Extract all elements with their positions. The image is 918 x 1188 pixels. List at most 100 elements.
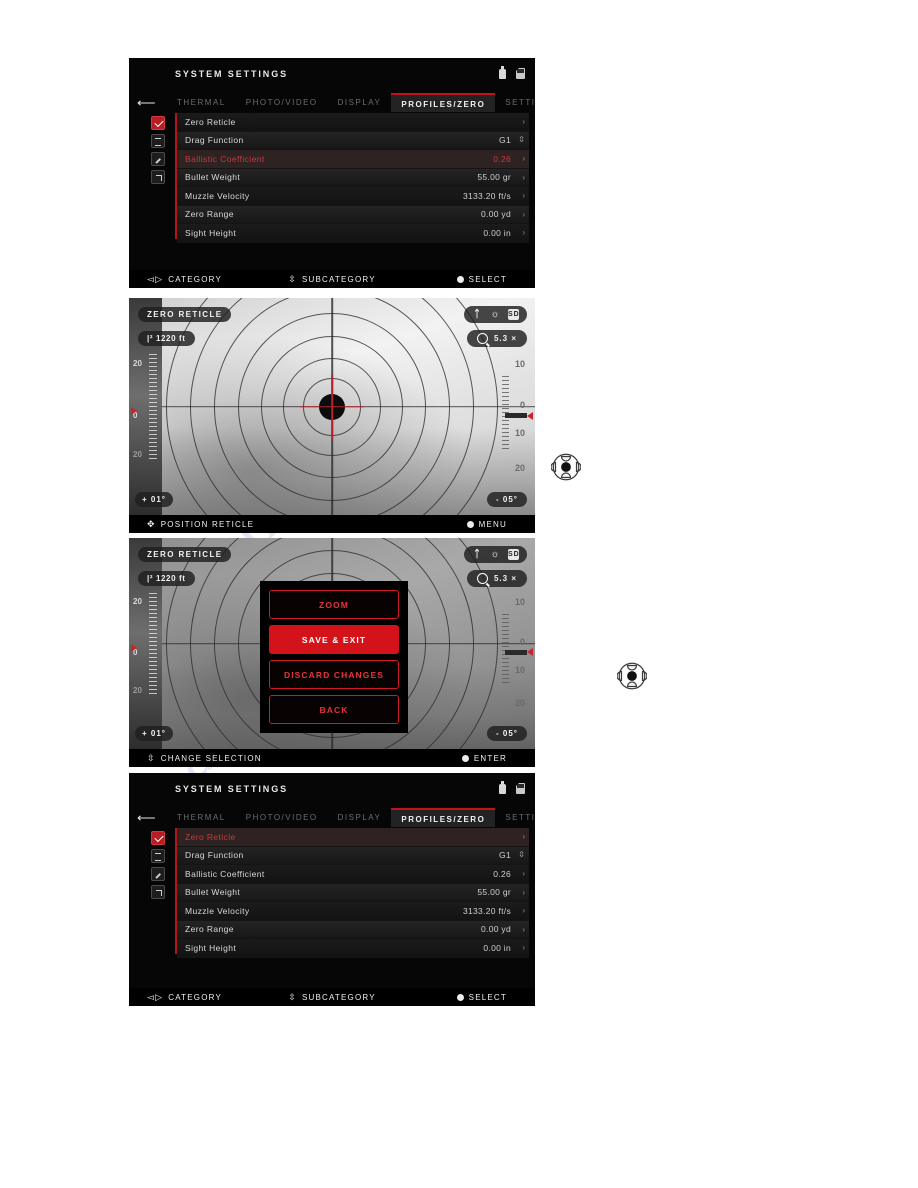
circle-button-icon [456,275,464,283]
distance-value: 1220 ft [155,334,186,343]
table-row[interactable]: Zero Range 0.00 yd › [177,205,529,224]
status-label: ENTER [473,753,507,763]
chevron-right-icon: › [522,172,525,182]
row-label: Bullet Weight [185,172,241,183]
status-label: SUBCATEGORY [301,992,376,1002]
thermal-viewport[interactable]: 20 0 20 10 0 10 20 ZERO RETICLE |² 1220 … [129,538,535,749]
panel-reticle-view: 20 0 20 10 0 10 20 ZERO RETICLE |² 1220 … [129,298,535,533]
tab-settings[interactable]: SETTINGS [495,808,535,827]
chevron-right-icon: › [522,832,525,842]
row-value: 0.26 [493,868,511,879]
zoom-badge[interactable]: 5.3 × [466,570,527,587]
table-row[interactable]: Muzzle Velocity 3133.20 ft/s › [177,902,529,921]
status-bar: ◅▷ CATEGORY ⇳ SUBCATEGORY SELECT [129,988,535,1006]
row-value: G1 [499,135,511,146]
table-row[interactable]: Zero Range 0.00 yd › [177,920,529,939]
left-tick-ladder [149,354,157,459]
table-row-selected[interactable]: Ballistic Coefficient 0.26 › [177,150,529,169]
tab-photo-video[interactable]: PHOTO/VIDEO [236,808,328,827]
row-label: Zero Reticle [185,116,236,127]
table-row[interactable]: Sight Height 0.00 in › [177,939,529,958]
save-and-exit-button[interactable]: SAVE & EXIT [269,625,399,654]
status-label: SUBCATEGORY [301,274,376,284]
connectivity-badge: ᛏ ☼ SD [464,546,527,563]
laser-icon: |² [147,334,154,343]
status-label: CATEGORY [168,274,223,284]
tab-profiles-zero[interactable]: PROFILES/ZERO [391,808,496,827]
table-row[interactable]: Drag Function G1 ⇳ [177,131,529,150]
tab-display[interactable]: DISPLAY [328,93,392,112]
chevron-right-icon: › [522,924,525,934]
elevation-badge: - 05° [487,492,527,507]
row-value: 0.00 in [483,227,511,238]
status-category: ◅▷ CATEGORY [147,274,222,285]
table-row[interactable]: Bullet Weight 55.00 gr › [177,168,529,187]
left-tick-ladder [149,592,157,695]
tab-display[interactable]: DISPLAY [328,808,392,827]
list-icon [151,134,165,148]
left-scale-value-top: 20 [133,597,142,607]
reticle-action-menu: ZOOM SAVE & EXIT DISCARD CHANGES BACK [260,581,408,733]
view-mode-badge: ZERO RETICLE [138,547,232,562]
table-row[interactable]: Muzzle Velocity 3133.20 ft/s › [177,187,529,206]
status-select: SELECT [456,275,507,284]
table-row-selected[interactable]: Zero Reticle › [177,828,529,847]
sd-card-icon [516,783,525,794]
distance-badge: |² 1220 ft [138,331,195,346]
inclination-badge: + 01° [135,492,173,507]
sd-card-icon: SD [508,549,520,560]
panel-settings-after: SYSTEM SETTINGS ⟵ THERMAL PHOTO/VIDEO DI… [129,773,535,1006]
distance-value: 1220 ft [155,574,186,583]
wifi-off-icon: ☼ [490,309,501,320]
circle-button-icon [456,993,464,1001]
tab-thermal[interactable]: THERMAL [167,808,236,827]
settings-row-list: Zero Reticle › Drag Function G1 ⇳ Ballis… [177,828,529,958]
table-row[interactable]: Bullet Weight 55.00 gr › [177,883,529,902]
status-bar: ✥ POSITION RETICLE MENU [129,515,535,533]
table-row[interactable]: Ballistic Coefficient 0.26 › [177,865,529,884]
tab-photo-video[interactable]: PHOTO/VIDEO [236,93,328,112]
bluetooth-icon: ᛏ [474,549,481,560]
chevron-right-icon: › [522,191,525,201]
left-scale-marker [131,406,137,415]
status-select: SELECT [456,993,507,1002]
tab-profiles-zero[interactable]: PROFILES/ZERO [391,93,496,112]
tab-bar: THERMAL PHOTO/VIDEO DISPLAY PROFILES/ZER… [167,93,535,112]
sd-card-icon: SD [508,309,520,320]
chevron-right-icon: › [522,228,525,238]
circle-button-icon [461,754,469,762]
zoom-badge[interactable]: 5.3 × [466,330,527,347]
row-value: 0.00 yd [481,209,511,220]
table-row[interactable]: Drag Function G1 ⇳ [177,846,529,865]
row-label: Drag Function [185,135,244,146]
connectivity-badge: ᛏ ☼ SD [464,306,527,323]
dpad-callout-icon-1 [550,452,582,482]
row-label: Sight Height [185,227,237,238]
discard-changes-button[interactable]: DISCARD CHANGES [269,660,399,689]
elevation-badge: - 05° [487,726,527,741]
left-scale-value-top: 20 [133,358,142,368]
back-arrow-icon[interactable]: ⟵ [137,811,156,824]
status-label: CHANGE SELECTION [160,753,262,763]
view-mode-badge: ZERO RETICLE [138,307,232,322]
chevron-right-icon: › [522,154,525,164]
status-category: ◅▷ CATEGORY [147,992,222,1003]
status-label: POSITION RETICLE [160,519,255,529]
status-subcategory: ⇳ SUBCATEGORY [288,992,376,1003]
table-row[interactable]: Sight Height 0.00 in › [177,224,529,243]
back-button[interactable]: BACK [269,695,399,724]
row-label: Muzzle Velocity [185,905,250,916]
thermal-viewport[interactable]: 20 0 20 10 0 10 20 ZERO RETICLE |² 1220 … [129,298,535,515]
tab-thermal[interactable]: THERMAL [167,93,236,112]
row-value: 3133.20 ft/s [462,905,511,916]
table-row[interactable]: Zero Reticle › [177,113,529,132]
back-arrow-icon[interactable]: ⟵ [137,96,156,109]
row-label: Sight Height [185,942,237,953]
bluetooth-icon: ᛏ [474,309,481,320]
plug-icon [499,65,506,79]
zoom-button[interactable]: ZOOM [269,590,399,619]
row-label: Ballistic Coefficient [185,153,265,164]
external-link-icon [151,885,165,899]
tab-settings[interactable]: SETTINGS [495,93,535,112]
chevron-right-icon: › [522,869,525,879]
